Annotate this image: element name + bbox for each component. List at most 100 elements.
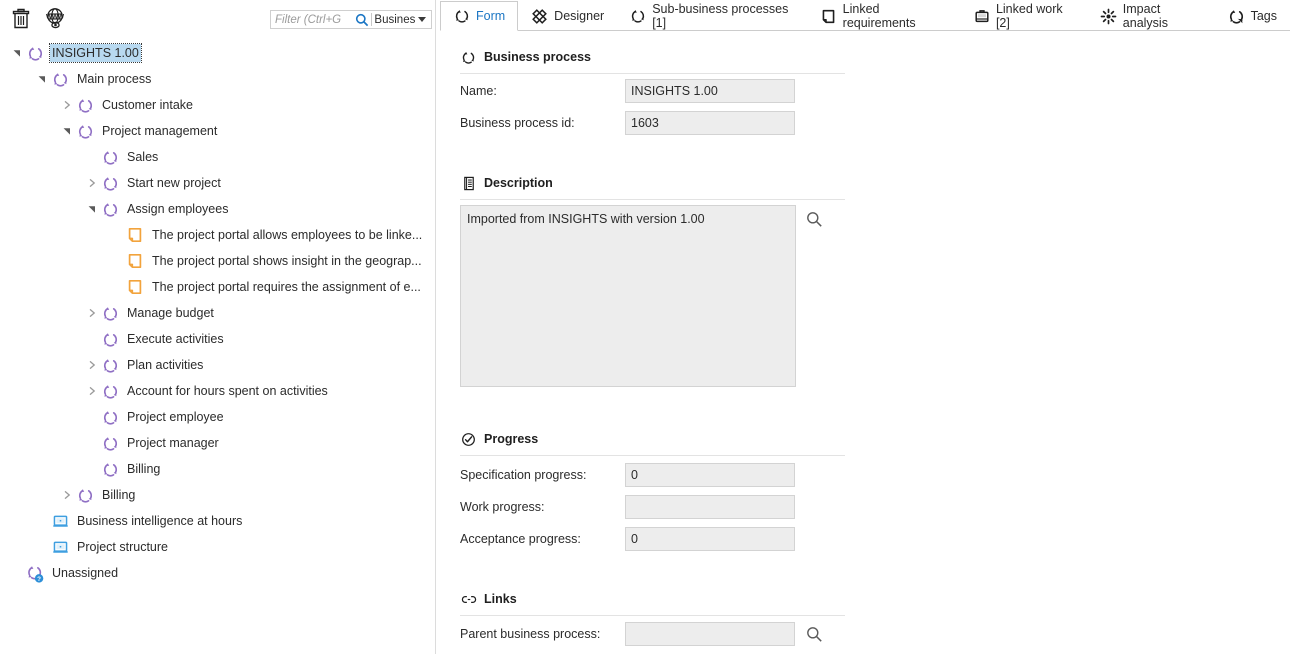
tree-item-label: Project manager [125, 434, 221, 452]
collapse-toggle-icon[interactable] [60, 124, 74, 138]
requirement-icon [821, 8, 837, 25]
tree-item[interactable]: Main process [0, 66, 435, 92]
tab-label: Sub-business processes [1] [652, 2, 795, 30]
report-icon [49, 510, 71, 532]
tab-label: Impact analysis [1123, 2, 1202, 30]
application-window: WWW Busines INSIGHTS 1.00Main proces [0, 0, 1290, 654]
document-icon [460, 175, 477, 192]
trash-icon[interactable] [8, 5, 34, 31]
check-circle-icon [460, 431, 477, 448]
collapse-toggle-icon[interactable] [85, 202, 99, 216]
filter-input[interactable] [275, 14, 355, 26]
tab-label: Linked work [2] [996, 2, 1074, 30]
process-icon [99, 406, 121, 428]
web-view-icon[interactable]: WWW [42, 5, 68, 31]
tab-bar[interactable]: Form Designer Sub-business processes [1] Li… [440, 0, 1290, 31]
search-icon[interactable] [355, 12, 370, 28]
collapse-toggle-icon[interactable] [35, 72, 49, 86]
process-icon [74, 484, 96, 506]
impact-icon [1100, 8, 1117, 25]
designer-icon [531, 8, 548, 25]
tree-item-label: Project employee [125, 408, 226, 426]
expand-toggle-icon[interactable] [85, 384, 99, 398]
tree-item-label: Plan activities [125, 356, 205, 374]
process-icon [460, 49, 477, 66]
tree-item[interactable]: Project manager [0, 430, 435, 456]
tree-item[interactable]: Account for hours spent on activities [0, 378, 435, 404]
description-textarea[interactable]: Imported from INSIGHTS with version 1.00 [460, 205, 796, 387]
tree-item-label: Start new project [125, 174, 223, 192]
tree-toolbar: WWW Busines [0, 0, 435, 34]
tree-item-label: Sales [125, 148, 160, 166]
tree-item[interactable]: Customer intake [0, 92, 435, 118]
expand-toggle-icon[interactable] [85, 358, 99, 372]
acceptance-progress-field[interactable] [625, 527, 795, 551]
specification-progress-field[interactable] [625, 463, 795, 487]
section-title: Links [484, 592, 517, 606]
tree-item[interactable]: Project employee [0, 404, 435, 430]
process-icon [453, 8, 470, 25]
expand-toggle-icon[interactable] [60, 488, 74, 502]
tree-item-label: INSIGHTS 1.00 [50, 44, 141, 62]
tree-item[interactable]: Project structure [0, 534, 435, 560]
tree-item[interactable]: Business intelligence at hours [0, 508, 435, 534]
tree-item[interactable]: Project management [0, 118, 435, 144]
tree-item[interactable]: Start new project [0, 170, 435, 196]
tab-impact-analysis[interactable]: Impact analysis [1087, 1, 1215, 31]
tags-icon [1228, 8, 1245, 25]
tree-item-label: The project portal requires the assignme… [150, 278, 423, 296]
report-icon [49, 536, 71, 558]
filter-box[interactable]: Busines [270, 10, 432, 29]
filter-separator [371, 13, 372, 26]
tab-designer[interactable]: Designer [518, 1, 617, 31]
tree-item-label: Execute activities [125, 330, 226, 348]
tree-item[interactable]: ?Unassigned [0, 560, 435, 586]
work-progress-field[interactable] [625, 495, 795, 519]
pane-splitter[interactable] [435, 0, 436, 654]
tab-sub-business-processes-1[interactable]: Sub-business processes [1] [617, 1, 808, 31]
description-search-icon[interactable] [804, 209, 824, 229]
tree-item[interactable]: Billing [0, 482, 435, 508]
expand-toggle-icon[interactable] [85, 306, 99, 320]
tree-item-label: Business intelligence at hours [75, 512, 244, 530]
tab-label: Designer [554, 9, 604, 23]
collapse-toggle-icon[interactable] [10, 46, 24, 60]
tab-label: Form [476, 9, 505, 23]
section-divider [460, 455, 845, 456]
tree-item[interactable]: Sales [0, 144, 435, 170]
tree-item[interactable]: INSIGHTS 1.00 [0, 40, 435, 66]
tab-label: Linked requirements [843, 2, 948, 30]
parent-business-process-search-icon[interactable] [804, 624, 824, 644]
tree-item[interactable]: The project portal allows employees to b… [0, 222, 435, 248]
expand-toggle-icon[interactable] [85, 176, 99, 190]
field-row-business-process-id: Business process id: [460, 111, 795, 135]
tree-item[interactable]: Execute activities [0, 326, 435, 352]
tree-item[interactable]: The project portal requires the assignme… [0, 274, 435, 300]
tab-form[interactable]: Form [440, 1, 518, 31]
tree-item[interactable]: Plan activities [0, 352, 435, 378]
tab-linked-work-2[interactable]: Linked work [2] [961, 1, 1087, 31]
tab-label: Tags [1251, 9, 1277, 23]
section-title: Business process [484, 50, 591, 64]
parent-business-process-label: Parent business process: [460, 627, 625, 641]
tree-item[interactable]: The project portal shows insight in the … [0, 248, 435, 274]
chevron-down-icon[interactable] [418, 17, 426, 22]
tree-item[interactable]: Assign employees [0, 196, 435, 222]
business-process-id-field[interactable] [625, 111, 795, 135]
expand-toggle-icon[interactable] [60, 98, 74, 112]
process-icon [99, 380, 121, 402]
tree-item[interactable]: Billing [0, 456, 435, 482]
field-row-acceptance-progress: Acceptance progress: [460, 527, 795, 551]
tree-item-label: Manage budget [125, 304, 216, 322]
business-process-tree[interactable]: INSIGHTS 1.00 Main processCustomer intake… [0, 40, 435, 586]
tree-item-label: Project structure [75, 538, 170, 556]
process-icon [99, 432, 121, 454]
tab-tags[interactable]: Tags [1215, 1, 1290, 31]
tree-item-label: Assign employees [125, 200, 230, 218]
name-field[interactable] [625, 79, 795, 103]
tree-item-label: The project portal shows insight in the … [150, 252, 424, 270]
requirement-icon [124, 276, 146, 298]
tree-item[interactable]: Manage budget [0, 300, 435, 326]
tab-linked-requirements[interactable]: Linked requirements [808, 1, 961, 31]
parent-business-process-field[interactable] [625, 622, 795, 646]
